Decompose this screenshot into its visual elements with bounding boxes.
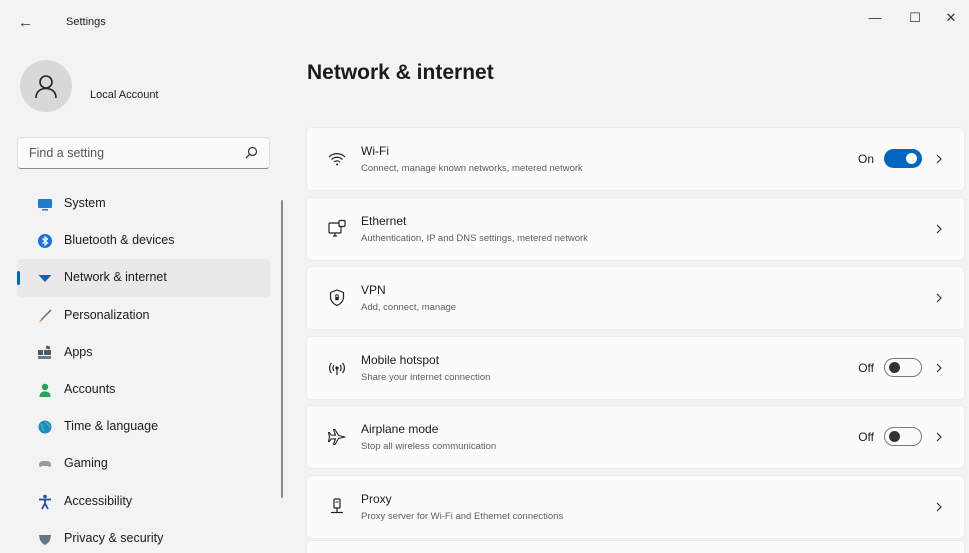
sidebar-item-network[interactable]: Network & internet bbox=[17, 259, 270, 297]
wifi-state-label: On bbox=[857, 152, 874, 166]
settings-card-list: Wi-Fi Connect, manage known networks, me… bbox=[306, 127, 965, 545]
close-button[interactable]: ✕ bbox=[933, 6, 969, 30]
selection-indicator bbox=[17, 271, 20, 286]
card-title: Mobile hotspot bbox=[361, 352, 440, 367]
sidebar-item-label: Personalization bbox=[64, 307, 150, 322]
search-icon[interactable] bbox=[243, 145, 259, 161]
sidebar-item-label: Gaming bbox=[64, 456, 108, 471]
sidebar-item-accounts[interactable]: Accounts bbox=[17, 371, 270, 408]
toggle-knob bbox=[889, 361, 900, 373]
sidebar-scrollbar[interactable] bbox=[281, 200, 283, 498]
page-title: Network & internet bbox=[307, 61, 494, 84]
sidebar-item-system[interactable]: System bbox=[17, 185, 270, 222]
card-description: Add, connect, manage bbox=[361, 302, 457, 314]
maximize-button[interactable]: ☐ bbox=[897, 6, 933, 30]
globe-clock-icon bbox=[38, 420, 52, 434]
maximize-icon: ☐ bbox=[909, 10, 921, 25]
accessibility-icon bbox=[39, 494, 51, 509]
accounts-icon bbox=[39, 383, 51, 397]
sidebar-item-label: System bbox=[64, 196, 106, 210]
system-icon bbox=[38, 199, 52, 211]
back-arrow-icon: ← bbox=[18, 14, 33, 31]
card-title: Wi-Fi bbox=[361, 144, 389, 158]
toggle-knob bbox=[889, 431, 900, 443]
app-title: Settings bbox=[66, 16, 106, 28]
sidebar-item-gaming[interactable]: Gaming bbox=[17, 445, 270, 482]
sidebar-item-label: Apps bbox=[64, 344, 93, 359]
search-input[interactable] bbox=[19, 139, 239, 167]
chevron-right-icon bbox=[936, 224, 942, 234]
chevron-right-icon bbox=[936, 154, 942, 164]
card-proxy[interactable]: Proxy Proxy server for Wi-Fi and Etherne… bbox=[306, 474, 965, 539]
hotspot-state-label: Off bbox=[858, 360, 874, 375]
card-description: Authentication, IP and DNS settings, met… bbox=[361, 232, 588, 244]
card-airplane-mode[interactable]: Airplane mode Stop all wireless communic… bbox=[306, 405, 965, 470]
card-wifi[interactable]: Wi-Fi Connect, manage known networks, me… bbox=[306, 127, 965, 191]
chevron-right-icon bbox=[936, 293, 942, 303]
card-description: Share your internet connection bbox=[361, 371, 491, 383]
toggle-knob bbox=[906, 153, 917, 164]
sidebar-item-label: Bluetooth & devices bbox=[64, 233, 175, 248]
sidebar-item-time-language[interactable]: Time & language bbox=[17, 408, 270, 445]
card-title: Proxy bbox=[361, 491, 392, 506]
card-vpn[interactable]: VPN Add, connect, manage bbox=[306, 266, 965, 331]
wifi-toggle[interactable] bbox=[884, 149, 922, 168]
vpn-shield-icon bbox=[329, 289, 345, 307]
network-icon bbox=[38, 275, 52, 283]
settings-window: ← Settings — ☐ ✕ Local Account Find a se… bbox=[0, 0, 969, 553]
airplane-toggle[interactable] bbox=[884, 427, 922, 447]
proxy-icon bbox=[331, 498, 343, 514]
gamepad-icon bbox=[39, 461, 51, 468]
minimize-icon: — bbox=[868, 10, 882, 25]
hotspot-icon bbox=[329, 362, 345, 375]
sidebar-item-bluetooth[interactable]: Bluetooth & devices bbox=[17, 222, 270, 259]
chevron-right-icon bbox=[936, 363, 942, 373]
card-description: Proxy server for Wi-Fi and Ethernet conn… bbox=[361, 510, 564, 522]
card-next-partial[interactable] bbox=[306, 540, 965, 553]
sidebar-item-personalization[interactable]: Personalization bbox=[17, 297, 270, 334]
close-icon: ✕ bbox=[945, 10, 957, 25]
sidebar-item-label: Accessibility bbox=[64, 493, 133, 508]
card-description: Stop all wireless communication bbox=[361, 441, 497, 453]
airplane-icon bbox=[327, 429, 346, 446]
sidebar-nav: System Bluetooth & devices Network & int… bbox=[17, 185, 270, 553]
avatar[interactable] bbox=[20, 60, 72, 112]
apps-icon bbox=[38, 345, 51, 359]
bluetooth-icon bbox=[38, 234, 52, 249]
sidebar-item-label: Time & language bbox=[64, 419, 159, 434]
sidebar-item-apps[interactable]: Apps bbox=[17, 334, 270, 371]
brush-icon bbox=[39, 309, 52, 323]
title-bar: ← Settings — ☐ ✕ bbox=[0, 0, 969, 44]
card-title: Airplane mode bbox=[361, 422, 439, 437]
card-description: Connect, manage known networks, metered … bbox=[361, 163, 583, 174]
sidebar-item-privacy[interactable]: Privacy & security bbox=[17, 520, 270, 553]
back-button[interactable]: ← bbox=[18, 14, 42, 32]
sidebar-item-label: Accounts bbox=[64, 381, 116, 396]
chevron-right-icon bbox=[936, 432, 942, 442]
ethernet-icon bbox=[328, 219, 346, 237]
search-box[interactable] bbox=[17, 137, 270, 169]
sidebar-item-label: Network & internet bbox=[64, 270, 167, 285]
card-title: VPN bbox=[361, 283, 386, 298]
card-mobile-hotspot[interactable]: Mobile hotspot Share your internet conne… bbox=[306, 335, 965, 400]
hotspot-toggle[interactable] bbox=[884, 357, 922, 377]
minimize-button[interactable]: — bbox=[857, 6, 893, 30]
sidebar-item-accessibility[interactable]: Accessibility bbox=[17, 483, 270, 520]
chevron-right-icon bbox=[936, 502, 942, 512]
airplane-state-label: Off bbox=[858, 430, 874, 445]
card-ethernet[interactable]: Ethernet Authentication, IP and DNS sett… bbox=[306, 196, 965, 261]
account-name: Local Account bbox=[90, 89, 159, 101]
shield-icon bbox=[39, 534, 51, 545]
sidebar-item-label: Privacy & security bbox=[64, 530, 164, 545]
card-title: Ethernet bbox=[361, 213, 407, 228]
wifi-icon bbox=[328, 153, 346, 166]
person-icon bbox=[35, 75, 57, 99]
